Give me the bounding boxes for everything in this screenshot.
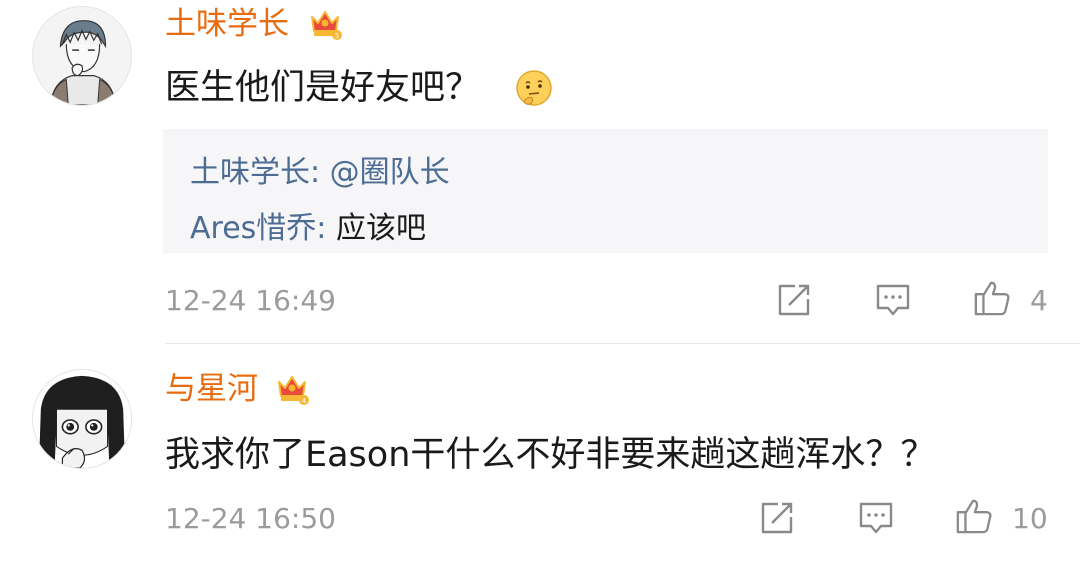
comment-bubble-icon[interactable] [874, 281, 912, 319]
reply-line: 土味学长: @圈队长 [190, 153, 450, 193]
crown-badge-icon[interactable]: 5 [307, 5, 343, 41]
reply-username[interactable]: Ares惜乔 [190, 211, 316, 246]
comment-item: 与星河 4 我求你了Eason干什么不好非要来趟这趟浑水？？ 12-24 16:… [0, 344, 1080, 587]
share-edit-icon[interactable] [775, 281, 813, 319]
reply-content: 应该吧 [335, 211, 426, 246]
comment-list: 土味学长 5 医生他们是好友吧？ 土味学长: @圈队长 Ares惜乔: 应该吧 … [0, 0, 1080, 587]
reply-separator: : [316, 211, 336, 246]
comment-bubble-icon[interactable] [857, 499, 895, 537]
reply-separator: : [310, 155, 330, 190]
timestamp: 12-24 16:50 [165, 502, 336, 535]
username[interactable]: 与星河 [165, 369, 258, 409]
avatar-illustration [33, 370, 131, 468]
reply-username[interactable]: 土味学长 [190, 155, 310, 190]
avatar[interactable] [32, 6, 132, 106]
comment-text: 医生他们是好友吧？ [165, 68, 481, 108]
badge-level: 4 [302, 397, 307, 405]
reply-mention[interactable]: @圈队长 [330, 155, 450, 190]
share-edit-icon[interactable] [758, 499, 796, 537]
thumbs-up-icon[interactable] [973, 279, 1011, 317]
comment-text: 我求你了Eason干什么不好非要来趟这趟浑水？？ [165, 435, 936, 475]
thinking-face-emoji [514, 68, 554, 108]
reply-line: Ares惜乔: 应该吧 [190, 209, 426, 249]
reply-preview[interactable]: 土味学长: @圈队长 Ares惜乔: 应该吧 [163, 129, 1048, 253]
badge-level: 5 [335, 32, 339, 40]
like-count: 4 [1030, 284, 1048, 317]
comment-item: 土味学长 5 医生他们是好友吧？ 土味学长: @圈队长 Ares惜乔: 应该吧 … [0, 0, 1080, 343]
thumbs-up-icon[interactable] [955, 497, 993, 535]
like-count: 10 [1012, 502, 1048, 535]
timestamp: 12-24 16:49 [165, 284, 336, 317]
crown-badge-icon[interactable]: 4 [274, 370, 310, 406]
avatar-illustration [33, 7, 131, 105]
avatar[interactable] [32, 369, 132, 469]
username[interactable]: 土味学长 [165, 4, 289, 44]
